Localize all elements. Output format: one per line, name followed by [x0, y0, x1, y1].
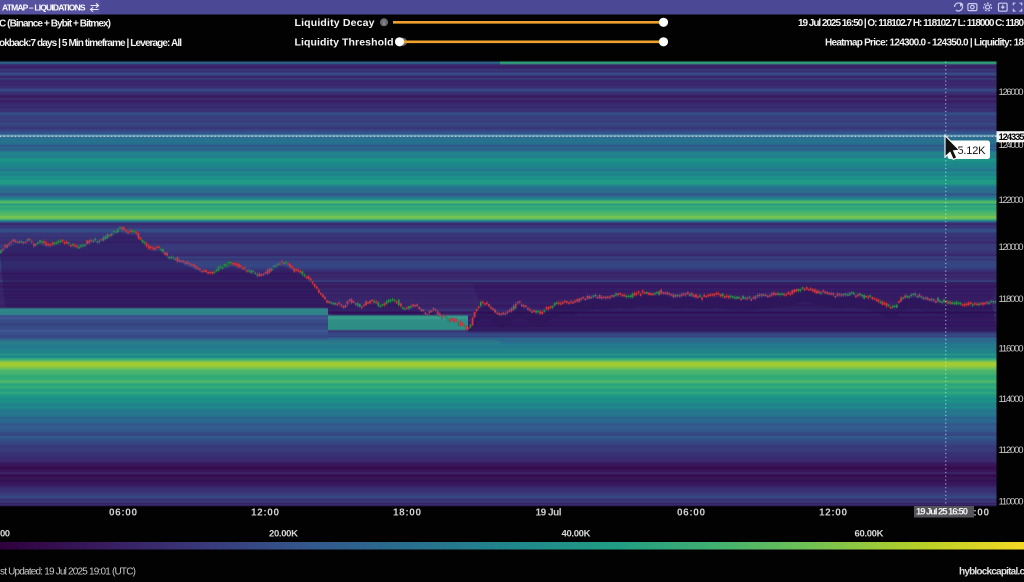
svg-text:122000: 122000	[999, 195, 1024, 206]
svg-text:60.00K: 60.00K	[855, 529, 884, 540]
svg-text:st Updated: 19 Jul 2025 19:01: st Updated: 19 Jul 2025 19:01 (UTC)	[0, 567, 136, 578]
svg-text:18:00: 18:00	[393, 508, 421, 519]
svg-text:110000: 110000	[999, 497, 1024, 508]
svg-text:120000: 120000	[999, 242, 1024, 253]
svg-text:00: 00	[0, 529, 10, 540]
svg-text:ATMAP – LIQUIDATIONS: ATMAP – LIQUIDATIONS	[2, 3, 86, 13]
svg-text:114000: 114000	[999, 394, 1024, 405]
svg-text:126000: 126000	[999, 87, 1024, 98]
svg-text:hyblockcapital.c: hyblockcapital.c	[959, 567, 1024, 578]
svg-text:124335: 124335	[999, 132, 1024, 143]
svg-text:19 Jul: 19 Jul	[536, 508, 562, 519]
svg-text:Liquidity Threshold: Liquidity Threshold	[295, 37, 394, 49]
svg-text:C (Binance + Bybit + Bitmex): C (Binance + Bybit + Bitmex)	[0, 19, 111, 30]
svg-text:40.00K: 40.00K	[562, 529, 591, 540]
svg-text:118000: 118000	[999, 294, 1024, 305]
svg-text:112000: 112000	[999, 445, 1024, 456]
svg-text:12:00: 12:00	[819, 508, 847, 519]
svg-text:Heatmap Price: 124300.0 - 1243: Heatmap Price: 124300.0 - 124350.0 | Liq…	[825, 38, 1024, 49]
svg-text:okback:7 days | 5 Min timefram: okback:7 days | 5 Min timeframe | Levera…	[0, 38, 182, 49]
svg-text:19 Jul 25 16:50: 19 Jul 25 16:50	[916, 507, 968, 518]
svg-text:19 Jul 2025 16:50 | O: 118102.: 19 Jul 2025 16:50 | O: 118102.7 H: 11810…	[798, 18, 1024, 29]
svg-text:12:00: 12:00	[251, 508, 279, 519]
svg-text:116000: 116000	[999, 343, 1024, 354]
svg-text:06:00: 06:00	[677, 508, 705, 519]
svg-text:20.00K: 20.00K	[269, 529, 298, 540]
svg-text:5.12K: 5.12K	[958, 145, 987, 157]
svg-text:Liquidity Decay: Liquidity Decay	[295, 17, 375, 29]
svg-text:06:00: 06:00	[109, 508, 137, 519]
svg-text:i: i	[383, 20, 384, 27]
